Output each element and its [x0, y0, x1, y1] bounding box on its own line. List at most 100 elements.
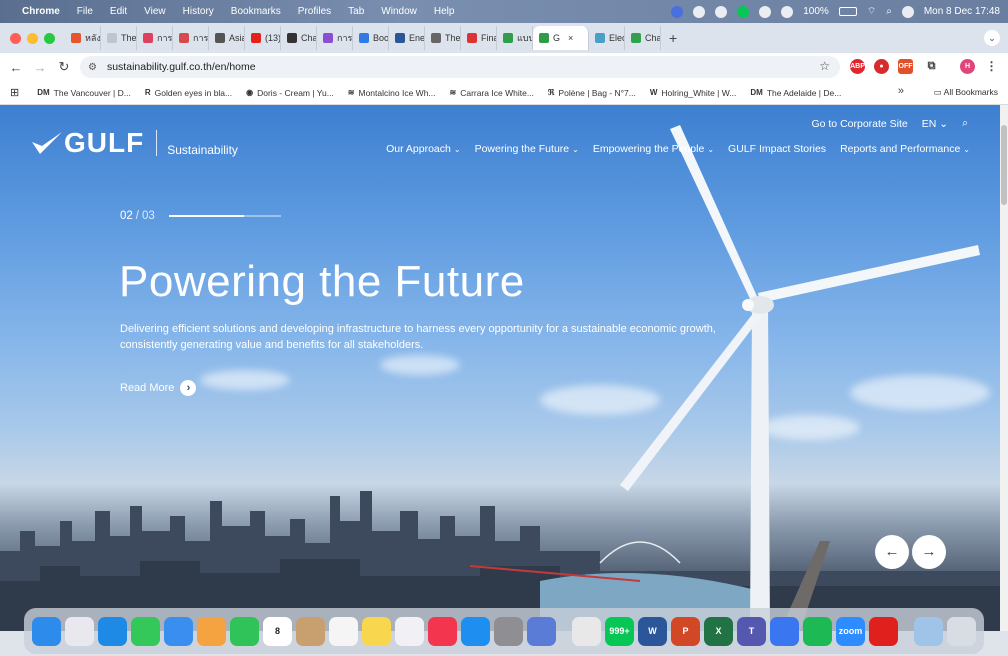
scrollbar-thumb[interactable] [1001, 125, 1007, 205]
close-tab-icon[interactable]: × [568, 33, 573, 43]
contacts-dock-icon[interactable] [296, 616, 325, 646]
extension-red-icon[interactable]: ● [874, 59, 889, 74]
line-dock-icon[interactable]: 999+ [605, 616, 634, 646]
zoom-dock-icon[interactable]: zoom [836, 616, 865, 646]
teams-dock-icon[interactable]: T [737, 616, 766, 646]
address-bar[interactable]: ⚙ sustainability.gulf.co.th/en/home ☆ [80, 56, 840, 78]
bookmark-item[interactable]: R Golden eyes in bla... [145, 88, 232, 98]
forward-arrow-icon[interactable]: → [28, 60, 52, 75]
extensions-puzzle-icon[interactable]: ⧉ [924, 59, 939, 74]
menu-window[interactable]: Window [381, 6, 417, 17]
browser-tab[interactable]: Energ [389, 26, 425, 50]
honey-off-extension-icon[interactable]: OFF [898, 59, 913, 74]
calendar-dock-icon[interactable]: 8 [263, 616, 292, 646]
bookmark-item[interactable]: DM The Vancouver | D... [37, 88, 131, 98]
browser-tab[interactable]: Electi [589, 26, 625, 50]
browser-tab[interactable]: หลังจา [65, 26, 101, 50]
profile-avatar[interactable]: H [960, 59, 975, 74]
nav-reports-and-performance[interactable]: Reports and Performance ⌄ [840, 143, 970, 155]
new-tab-button[interactable]: + [669, 30, 677, 46]
slider-next-button[interactable]: → [912, 535, 946, 569]
menu-edit[interactable]: Edit [110, 6, 127, 17]
menu-file[interactable]: File [77, 6, 93, 17]
battery-icon[interactable] [838, 7, 857, 16]
browser-tab[interactable]: Book [353, 26, 389, 50]
chrome-dock-icon[interactable] [572, 616, 601, 646]
excel-dock-icon[interactable]: X [704, 616, 733, 646]
browser-tab[interactable]: การผ [173, 26, 209, 50]
page-scrollbar[interactable] [1000, 105, 1008, 631]
browser-tab[interactable]: แบบ [497, 26, 533, 50]
facetime-dock-icon[interactable] [230, 616, 259, 646]
browser-tab[interactable]: Chatt [281, 26, 317, 50]
browser-tab[interactable]: Final_ [461, 26, 497, 50]
browser-tab[interactable]: (13) [245, 26, 281, 50]
site-info-icon[interactable]: ⚙ [88, 62, 97, 73]
close-window-button[interactable] [10, 32, 21, 44]
nav-our-approach[interactable]: Our Approach ⌄ [386, 143, 461, 155]
finder-dock-icon[interactable] [32, 616, 61, 646]
bookmarks-overflow-icon[interactable]: » [898, 85, 904, 97]
freeform-dock-icon[interactable] [395, 616, 424, 646]
menu-bookmarks[interactable]: Bookmarks [231, 6, 281, 17]
acrobat-dock-icon[interactable] [869, 616, 898, 646]
control-center-icon[interactable] [901, 5, 914, 18]
mail-dock-icon[interactable] [164, 616, 193, 646]
line-status-icon[interactable] [737, 5, 750, 18]
adblock-extension-icon[interactable]: ABP [850, 59, 865, 74]
system-settings-dock-icon[interactable] [494, 616, 523, 646]
menu-history[interactable]: History [183, 6, 214, 17]
nav-powering-the-future[interactable]: Powering the Future ⌄ [475, 143, 579, 155]
music-dock-icon[interactable] [428, 616, 457, 646]
read-more-link[interactable]: Read More › [120, 380, 197, 396]
address-url[interactable]: sustainability.gulf.co.th/en/home [107, 61, 256, 73]
airdrop-status-icon[interactable] [759, 5, 772, 18]
grammarly-status-icon[interactable] [693, 5, 706, 18]
menu-help[interactable]: Help [434, 6, 455, 17]
back-arrow-icon[interactable]: ← [4, 60, 28, 75]
powerpoint-dock-icon[interactable]: P [671, 616, 700, 646]
apps-grid-icon[interactable]: ⊞ [10, 86, 19, 99]
notes-dock-icon[interactable] [362, 616, 391, 646]
reminders-dock-icon[interactable] [329, 616, 358, 646]
language-selector[interactable]: EN ⌄ [922, 118, 948, 130]
launchpad-dock-icon[interactable] [65, 616, 94, 646]
photos-dock-icon[interactable] [197, 616, 226, 646]
messages-dock-icon[interactable] [131, 616, 160, 646]
corporate-site-link[interactable]: Go to Corporate Site [811, 118, 907, 130]
nav-gulf-impact-stories[interactable]: GULF Impact Stories [728, 143, 826, 155]
tab-active[interactable]: G × [533, 26, 589, 50]
wifi-icon[interactable]: ⌔ [867, 5, 876, 18]
bookmark-item[interactable]: DM The Adelaide | De... [750, 88, 841, 98]
browser-tab[interactable]: Chat [625, 26, 661, 50]
search-icon[interactable]: ⌕ [962, 117, 968, 130]
safari-dock-icon[interactable] [98, 616, 127, 646]
play-status-icon[interactable] [715, 5, 728, 18]
browser-tab[interactable]: The C [425, 26, 461, 50]
gulf-logo[interactable]: GULF Sustainability [32, 127, 238, 159]
menubar-clock[interactable]: Mon 8 Dec 17:48 [924, 6, 1000, 17]
menu-profiles[interactable]: Profiles [298, 6, 331, 17]
zoom-window-button[interactable] [44, 32, 55, 44]
app-store-dock-icon[interactable] [461, 616, 490, 646]
menu-view[interactable]: View [144, 6, 166, 17]
bookmark-star-icon[interactable]: ☆ [819, 59, 830, 73]
reload-icon[interactable]: ↻ [52, 59, 76, 75]
input-source-icon[interactable] [781, 5, 794, 18]
bookmark-item[interactable]: ℜ Polène | Bag - N°7... [548, 88, 636, 98]
bookmark-item[interactable]: W Holring_White | W... [650, 88, 737, 98]
tab-search-chevron-icon[interactable]: ⌄ [984, 30, 1000, 46]
browser-tab[interactable]: Asia- [209, 26, 245, 50]
menu-tab[interactable]: Tab [348, 6, 364, 17]
chrome-menu-icon[interactable]: ⋮ [984, 59, 999, 74]
bookmark-item[interactable]: ≋ Carrara Ice White... [450, 88, 534, 98]
nav-empowering-the-people[interactable]: Empowering the People ⌄ [593, 143, 714, 155]
browser-tab[interactable]: การแ [137, 26, 173, 50]
bookmark-item[interactable]: ◉ Doris - Cream | Yu... [246, 88, 334, 98]
zoom-status-icon[interactable] [671, 5, 684, 18]
spotlight-icon[interactable]: ⌕ [886, 6, 892, 17]
preview-dock-icon[interactable] [527, 616, 556, 646]
browser-tab[interactable]: The a [101, 26, 137, 50]
bookmark-item[interactable]: ≋ Montalcino Ice Wh... [348, 88, 436, 98]
all-bookmarks-button[interactable]: ▭ All Bookmarks [934, 87, 998, 98]
